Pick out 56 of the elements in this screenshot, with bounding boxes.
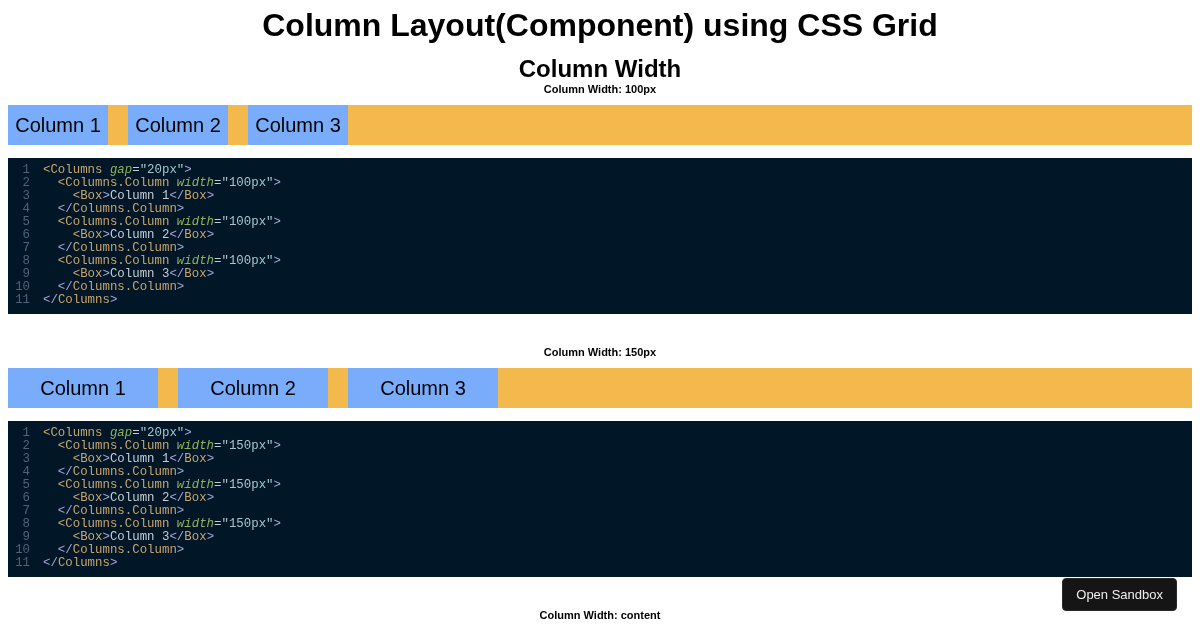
page-title: Column Layout(Component) using CSS Grid xyxy=(261,6,939,44)
line-number: 5 xyxy=(21,216,30,229)
line-number: 11 xyxy=(14,294,30,307)
line-number: 9 xyxy=(21,268,30,281)
column-demo-box: Column 3 xyxy=(248,105,348,145)
line-number: 10 xyxy=(14,544,30,557)
column-demo-box: Column 2 xyxy=(178,368,328,408)
open-sandbox-button[interactable]: Open Sandbox xyxy=(1062,578,1177,611)
code-line: </Columns> xyxy=(43,557,118,570)
line-number: 1 xyxy=(21,427,30,440)
line-number: 8 xyxy=(21,518,30,531)
line-number: 11 xyxy=(14,557,30,570)
column-demo-box: Column 3 xyxy=(348,368,498,408)
code-line: <Box>Column 1</Box> xyxy=(71,190,215,203)
example-label: Column Width: content xyxy=(539,609,661,622)
code-line: <Box>Column 2</Box> xyxy=(71,229,215,242)
code-line: <Box>Column 3</Box> xyxy=(71,531,215,544)
code-line: <Columns.Column width="100px"> xyxy=(56,255,281,268)
column-demo-box: Column 1 xyxy=(8,368,158,408)
line-number: 4 xyxy=(21,203,30,216)
column-demo-box: Column 2 xyxy=(128,105,228,145)
code-line: </Columns.Column> xyxy=(56,544,185,557)
example-label: Column Width: 100px xyxy=(543,83,657,96)
line-number: 2 xyxy=(21,440,30,453)
line-number: 8 xyxy=(21,255,30,268)
code-line: <Columns.Column width="100px"> xyxy=(56,177,281,190)
code-line: <Columns.Column width="100px"> xyxy=(56,216,281,229)
line-number: 1 xyxy=(21,164,30,177)
example-label: Column Width: 150px xyxy=(543,346,657,359)
code-line: <Columns.Column width="150px"> xyxy=(56,440,281,453)
code-line: <Columns.Column width="150px"> xyxy=(56,518,281,531)
code-line: <Box>Column 2</Box> xyxy=(71,492,215,505)
code-line: </Columns.Column> xyxy=(56,281,185,294)
line-number: 9 xyxy=(21,531,30,544)
line-number: 10 xyxy=(14,281,30,294)
line-number: 6 xyxy=(21,229,30,242)
line-number: 3 xyxy=(21,453,30,466)
code-line: </Columns.Column> xyxy=(56,242,185,255)
code-line: <Columns.Column width="150px"> xyxy=(56,479,281,492)
code-line: <Columns gap="20px"> xyxy=(43,427,192,440)
line-number: 7 xyxy=(21,505,30,518)
line-number: 2 xyxy=(21,177,30,190)
code-line: <Box>Column 3</Box> xyxy=(71,268,215,281)
section-heading: Column Width xyxy=(517,54,683,83)
code-line: </Columns.Column> xyxy=(56,505,185,518)
line-number: 6 xyxy=(21,492,30,505)
line-number: 5 xyxy=(21,479,30,492)
code-line: </Columns> xyxy=(43,294,118,307)
line-number: 3 xyxy=(21,190,30,203)
code-line: <Columns gap="20px"> xyxy=(43,164,192,177)
code-line: </Columns.Column> xyxy=(56,203,185,216)
code-line: </Columns.Column> xyxy=(56,466,185,479)
line-number: 4 xyxy=(21,466,30,479)
line-number: 7 xyxy=(21,242,30,255)
code-line: <Box>Column 1</Box> xyxy=(71,453,215,466)
column-demo-box: Column 1 xyxy=(8,105,108,145)
